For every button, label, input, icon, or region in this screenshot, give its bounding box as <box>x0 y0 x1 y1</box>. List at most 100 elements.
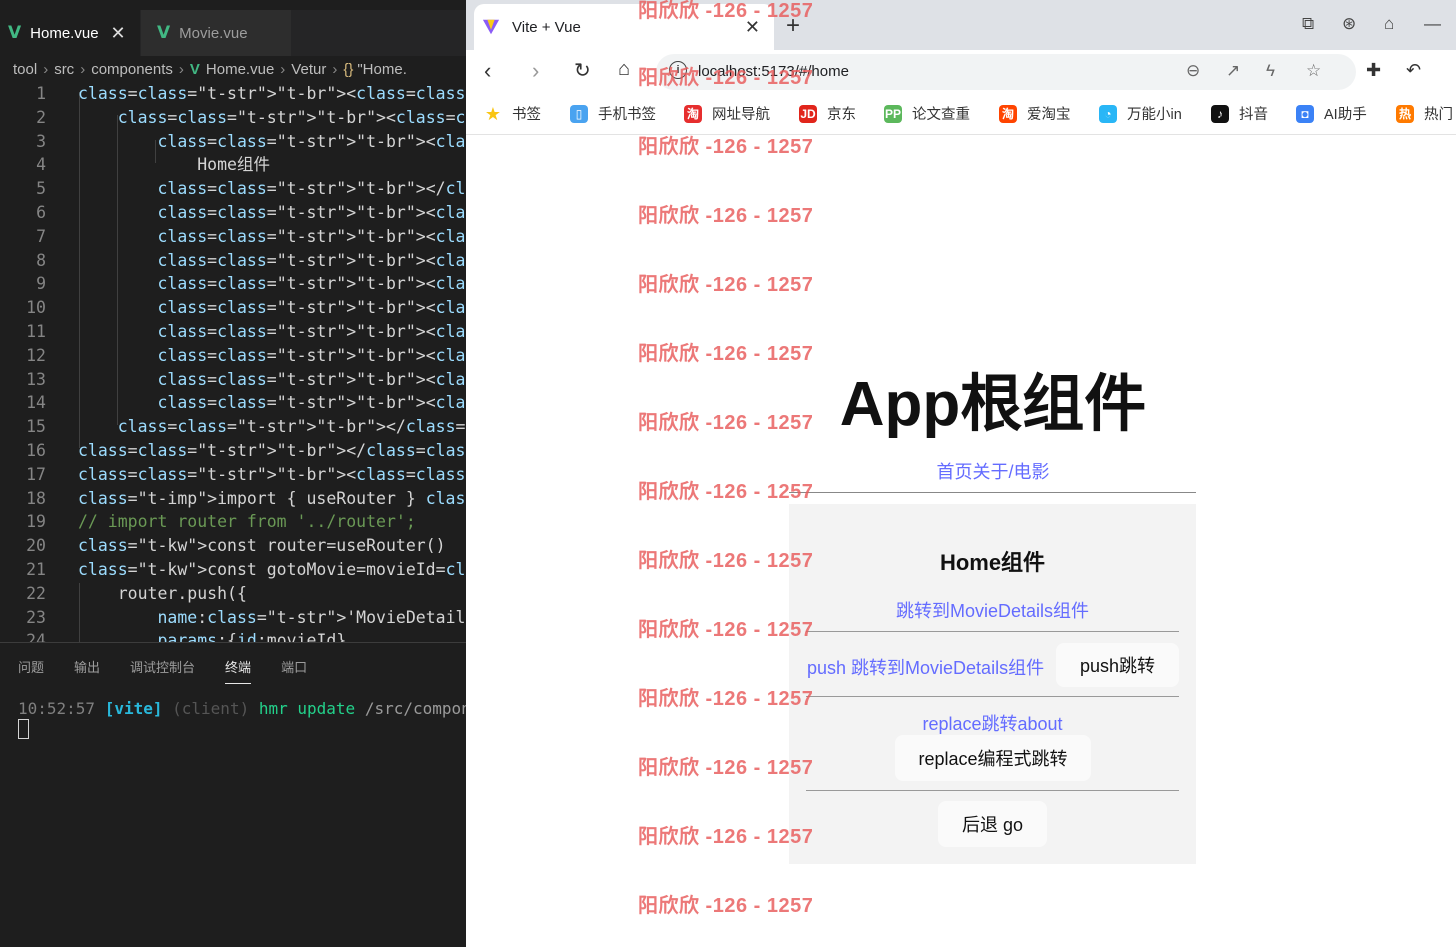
breadcrumb-item[interactable]: Vetur <box>291 61 326 78</box>
push-button[interactable]: push跳转 <box>1056 643 1179 687</box>
code-line: 13 class=class="t-str">"t-br"><class=cla… <box>0 368 466 392</box>
code-text: class=class="t-str">"t-br"><class=class=… <box>78 464 466 484</box>
bookmark-item[interactable]: ◘ AI助手 <box>1296 103 1367 124</box>
code-line: 10 class=class="t-str">"t-br"><class=cla… <box>0 296 466 320</box>
line-number: 5 <box>36 179 46 199</box>
code-line: 9 class=class="t-str">"t-br"><class=clas… <box>0 272 466 296</box>
go-back-button[interactable]: 后退 go <box>938 801 1047 847</box>
router-nav: 首页关于/电影 <box>466 458 1456 484</box>
bookmark-star-icon[interactable]: ☆ <box>1306 61 1321 81</box>
bookmark-item[interactable]: ★ 书签 <box>484 103 541 124</box>
panel-tab[interactable]: 端口 <box>281 657 307 684</box>
terminal-time: 10:52:57 <box>18 699 96 718</box>
line-number: 11 <box>26 321 46 341</box>
panel-tab[interactable]: 终端 <box>225 657 252 684</box>
breadcrumb-item[interactable]: tool <box>13 61 37 78</box>
movie-details-link[interactable]: 跳转到MovieDetails组件 <box>789 597 1196 623</box>
panel-tab[interactable]: 输出 <box>74 657 100 684</box>
nav-link-home[interactable]: 首页 <box>936 462 972 482</box>
line-number: 9 <box>36 274 46 294</box>
bookmark-item[interactable]: 淘网址导航 <box>684 103 770 124</box>
bookmark-item[interactable]: ♪ 抖音 <box>1211 103 1268 124</box>
bookmark-item[interactable]: 热热门 <box>1396 103 1453 124</box>
zoom-icon[interactable]: ⊖ <box>1186 61 1200 81</box>
bookmarks-bar: ★ 书签 ▯ 手机书签 淘网址导航 JD 京东 PP 论文查重 淘爱淘宝 ◔ 万能小in ♪ 抖音 ◘ AI助… <box>466 94 1456 135</box>
panel-tab[interactable]: 调试控制台 <box>130 657 195 684</box>
line-number: 16 <box>26 440 46 460</box>
lightning-icon[interactable]: ϟ <box>1266 61 1275 81</box>
nav-link-movie[interactable]: /电影 <box>1008 462 1049 482</box>
bookmark-item[interactable]: ◔ 万能小in <box>1099 103 1182 124</box>
code-line: 4 Home组件 <box>0 153 466 177</box>
panel-tab[interactable]: 问题 <box>18 657 44 684</box>
tab-count-icon[interactable]: ⧉ <box>1302 14 1314 34</box>
line-number: 24 <box>26 631 46 642</box>
share-icon[interactable]: ↗ <box>1226 61 1240 81</box>
forward-arrow-icon[interactable]: › <box>532 58 539 84</box>
reload-icon[interactable]: ↻ <box>574 58 591 83</box>
browser-tab[interactable]: Vite + Vue ✕ <box>474 4 774 50</box>
code-line: 16 class=class="t-str">"t-br"></class=cla… <box>0 439 466 463</box>
terminal-output[interactable]: 10:52:57 [vite] (client) hmr update /src… <box>18 698 466 720</box>
undo-icon[interactable]: ↶ <box>1406 60 1421 81</box>
code-text: class=class="t-str">"t-br"><class=class=… <box>157 345 466 365</box>
nav-link-about[interactable]: 关于 <box>972 462 1008 482</box>
terminal-scope: (client) <box>172 699 250 718</box>
code-area[interactable]: 1 class=class="t-str">"t-br"><class=class… <box>0 82 466 642</box>
bookmark-item[interactable]: PP 论文查重 <box>884 103 970 124</box>
code-editor: V Home.vue ✕ V Movie.vue tool › src › comp… <box>0 0 466 947</box>
breadcrumb-item[interactable]: src <box>54 61 74 78</box>
bookmark-item[interactable]: 淘爱淘宝 <box>999 103 1071 124</box>
line-number: 13 <box>26 369 46 389</box>
code-line: 7 class=class="t-str">"t-br"><class=clas… <box>0 225 466 249</box>
breadcrumb-item[interactable]: components <box>91 61 173 78</box>
code-line: 20 class="t-kw">const router=useRouter() <box>0 534 466 558</box>
code-text: class=class="t-str">"t-br"></class=class… <box>78 440 466 460</box>
url-text[interactable]: localhost:5173/#/home <box>698 63 849 80</box>
editor-tab-home[interactable]: V Home.vue ✕ <box>0 10 140 56</box>
bookmark-label: AI助手 <box>1324 107 1367 123</box>
close-icon[interactable]: ✕ <box>745 17 760 38</box>
page-content: App根组件 首页关于/电影 Home组件 跳转到MovieDetails组件 … <box>466 135 1456 947</box>
push-details-link[interactable]: push 跳转到MovieDetails组件 <box>807 654 1044 680</box>
line-number: 23 <box>26 607 46 627</box>
back-arrow-icon[interactable]: ‹ <box>484 58 491 84</box>
bookmark-item[interactable]: ▯ 手机书签 <box>570 103 656 124</box>
browser-window: Vite + Vue ✕ + ⧉ ⊛ ⌂ — ‹ › ↻ ⌂ i localho… <box>466 0 1456 947</box>
home-icon[interactable]: ⌂ <box>618 58 630 81</box>
line-number: 22 <box>26 583 46 603</box>
code-text: class=class="t-str">"t-br"><class=class=… <box>157 321 466 341</box>
code-text: name:class="t-str">'MovieDetails', <box>157 607 466 627</box>
line-number: 15 <box>26 417 46 437</box>
terminal-message: hmr update <box>258 699 356 718</box>
editor-tab-movie[interactable]: V Movie.vue <box>141 10 291 56</box>
home-title: Home组件 <box>939 550 1046 575</box>
address-bar[interactable]: i localhost:5173/#/home ⊖ ↗ ϟ ☆ <box>656 54 1356 90</box>
vite-icon <box>482 19 500 35</box>
code-line: 22 router.push({ <box>0 582 466 606</box>
code-line: 8 class=class="t-str">"t-br"><class=clas… <box>0 249 466 273</box>
extensions-icon[interactable]: ✚ <box>1366 60 1381 81</box>
shirt-icon[interactable]: ⌂ <box>1384 14 1394 34</box>
breadcrumb-item[interactable]: "Home. <box>357 61 407 78</box>
editor-tab-label: Movie.vue <box>179 24 248 42</box>
editor-tab-bar: V Home.vue ✕ V Movie.vue <box>0 10 466 56</box>
code-text: router.push({ <box>78 583 247 603</box>
app-title: App根组件 <box>839 370 1147 439</box>
site-info-icon[interactable]: i <box>669 61 687 79</box>
xiaoin-icon: ◔ <box>1099 104 1117 123</box>
replace-button[interactable]: replace编程式跳转 <box>895 735 1091 781</box>
close-icon[interactable]: ✕ <box>111 23 126 44</box>
breadcrumb-item[interactable]: Home.vue <box>206 61 274 78</box>
incognito-icon[interactable]: ⊛ <box>1342 14 1356 34</box>
minimize-icon[interactable]: — <box>1424 14 1441 34</box>
replace-about-link[interactable]: replace跳转about <box>789 710 1196 736</box>
bookmark-item[interactable]: JD 京东 <box>799 103 856 124</box>
divider <box>806 631 1179 632</box>
line-number: 2 <box>36 107 46 127</box>
new-tab-plus-icon[interactable]: + <box>786 12 800 40</box>
code-line: 5 class=class="t-str">"t-br"></class=cla… <box>0 177 466 201</box>
bookmark-label: 京东 <box>827 107 856 123</box>
code-line: 1 class=class="t-str">"t-br"><class=class… <box>0 82 466 106</box>
code-text: params:{id:movieId} <box>157 631 347 642</box>
